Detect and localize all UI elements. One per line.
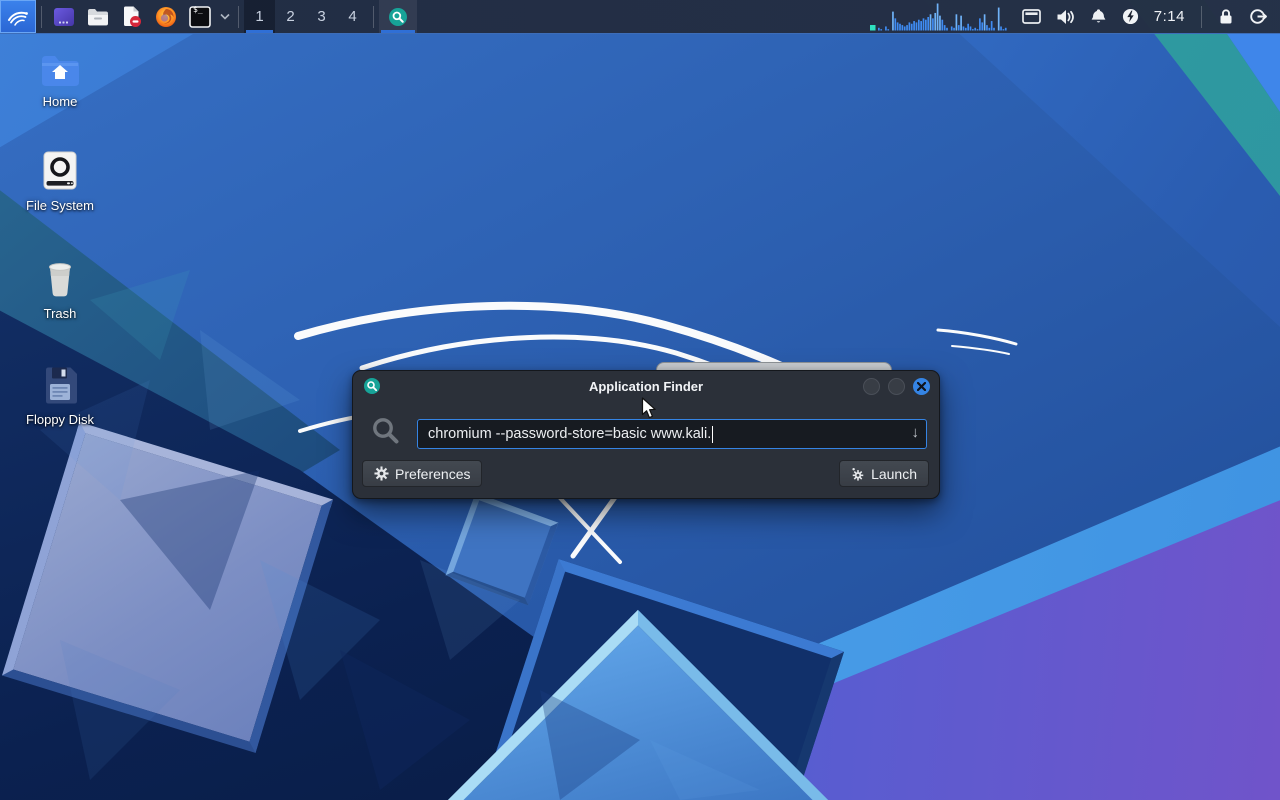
desktop-icon-floppy-disk[interactable]: Floppy Disk — [12, 364, 108, 427]
desktop-icon-trash[interactable]: Trash — [12, 258, 108, 321]
panel-separator — [238, 6, 239, 28]
terminal-prompt-glyph: $_ — [193, 6, 203, 14]
chevron-down-icon — [220, 13, 230, 20]
desktop-icon-label: File System — [12, 198, 108, 213]
minimize-button[interactable] — [863, 378, 880, 395]
search-query-text: chromium --password-store=basic www.kali… — [428, 426, 711, 442]
top-panel: $_ 1 2 3 4 — [0, 0, 1280, 34]
desktop-icon-file-system[interactable]: File System — [12, 150, 108, 213]
maximize-button[interactable] — [888, 378, 905, 395]
dropdown-arrow-icon[interactable]: ↓ — [912, 424, 920, 441]
desktop-icon-home[interactable]: Home — [12, 52, 108, 109]
launcher-file-manager[interactable] — [81, 0, 115, 33]
hard-drive-icon — [40, 150, 80, 192]
home-folder-icon — [39, 52, 81, 88]
close-icon — [917, 382, 926, 391]
launcher-firefox[interactable] — [149, 0, 183, 33]
desktop-icon-label: Home — [12, 94, 108, 109]
display-icon[interactable] — [1022, 9, 1041, 24]
application-finder-window: Application Finder chromium --password-s… — [352, 370, 940, 499]
gear-icon — [374, 466, 389, 481]
search-icon — [371, 416, 401, 446]
launch-run-icon — [851, 467, 865, 481]
launch-label: Launch — [871, 466, 917, 482]
panel-separator — [41, 6, 42, 28]
volume-icon[interactable] — [1056, 9, 1075, 25]
text-caret — [712, 426, 713, 443]
terminal-window-icon — [53, 7, 75, 27]
taskbar-application-finder[interactable] — [379, 0, 417, 33]
preferences-label: Preferences — [395, 466, 470, 482]
launcher-terminal-emulator[interactable]: $_ — [183, 0, 217, 33]
notifications-bell-icon[interactable] — [1090, 8, 1107, 25]
text-editor-icon — [122, 6, 142, 28]
floppy-disk-icon — [40, 364, 80, 406]
lock-icon[interactable] — [1218, 8, 1234, 25]
clock[interactable]: 7:14 — [1154, 8, 1185, 25]
launch-button[interactable]: Launch — [839, 460, 929, 487]
desktop-icon-label: Floppy Disk — [12, 412, 108, 427]
close-button[interactable] — [913, 378, 930, 395]
application-finder-icon — [389, 8, 407, 26]
cpu-graph[interactable] — [868, 0, 1008, 33]
workspace-4[interactable]: 4 — [337, 0, 368, 33]
firefox-icon — [155, 6, 177, 28]
launcher-text-editor[interactable] — [115, 0, 149, 33]
mouse-cursor — [641, 397, 660, 420]
trash-icon — [40, 258, 80, 300]
panel-separator — [1201, 6, 1202, 28]
workspace-2[interactable]: 2 — [275, 0, 306, 33]
log-out-icon[interactable] — [1249, 8, 1268, 25]
launcher-dropdown-button[interactable] — [217, 0, 233, 33]
preferences-button[interactable]: Preferences — [362, 460, 482, 487]
workspace-1[interactable]: 1 — [244, 0, 275, 33]
cpu-graph-marker — [870, 25, 876, 31]
panel-separator — [373, 6, 374, 28]
kali-dragon-icon — [6, 5, 30, 29]
search-input[interactable]: chromium --password-store=basic www.kali… — [417, 419, 927, 449]
workspace-3[interactable]: 3 — [306, 0, 337, 33]
launcher-terminal-window[interactable] — [47, 0, 81, 33]
file-manager-icon — [87, 8, 109, 26]
power-manager-icon[interactable] — [1122, 8, 1139, 25]
desktop-icon-label: Trash — [12, 306, 108, 321]
applications-menu-button[interactable] — [0, 0, 36, 33]
